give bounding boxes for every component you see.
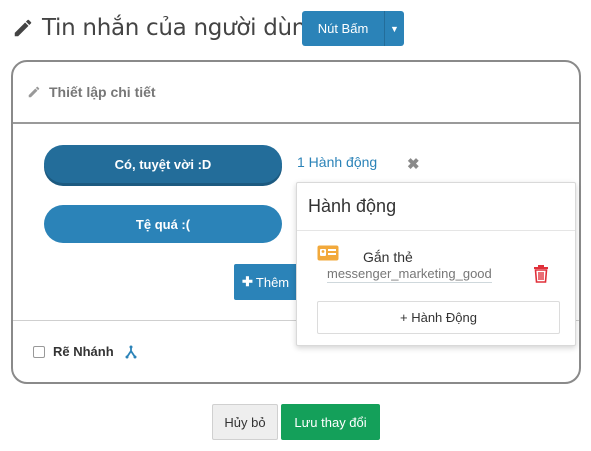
add-reply-button[interactable]: ✚ Thêm — [234, 264, 304, 300]
action-popover: Hành động Gắn thẻ messenger_marketing_go… — [296, 182, 576, 346]
section-label: Thiết lập chi tiết — [49, 84, 156, 100]
plus-icon: ✚ — [242, 274, 253, 289]
add-reply-label: Thêm — [255, 274, 290, 290]
action-name: Gắn thẻ — [363, 249, 413, 265]
button-type-dropdown[interactable]: Nút Bấm ▼ — [302, 11, 404, 46]
save-changes-button[interactable]: Lưu thay đổi — [281, 404, 380, 440]
pencil-icon — [14, 19, 32, 37]
page-header: Tin nhắn của người dùng — [12, 10, 321, 46]
caret-down-icon[interactable]: ▼ — [385, 11, 404, 46]
cancel-button[interactable]: Hủy bỏ — [212, 404, 278, 440]
close-icon[interactable]: ✖ — [407, 155, 420, 173]
trash-icon[interactable] — [533, 265, 549, 283]
add-action-button[interactable]: + Hành Động — [317, 301, 560, 334]
action-count-link[interactable]: 1 Hành động — [297, 154, 377, 170]
branch-label: Rẽ Nhánh — [53, 344, 114, 359]
branch-checkbox[interactable] — [33, 345, 45, 358]
pencil-icon — [28, 86, 40, 98]
tag-value-field[interactable]: messenger_marketing_good — [327, 266, 492, 283]
branch-row: Rẽ Nhánh — [33, 344, 138, 359]
branch-icon — [125, 345, 137, 358]
popover-title: Hành động — [297, 183, 575, 231]
page-title: Tin nhắn của người dùng — [42, 15, 321, 41]
card-header: Thiết lập chi tiết — [13, 62, 579, 124]
button-type-label[interactable]: Nút Bấm — [302, 11, 385, 46]
tag-icon — [317, 245, 339, 261]
quick-reply-button-2[interactable]: Tệ quá :( — [44, 205, 282, 243]
quick-reply-button-1[interactable]: Có, tuyệt vời :D — [44, 145, 282, 183]
